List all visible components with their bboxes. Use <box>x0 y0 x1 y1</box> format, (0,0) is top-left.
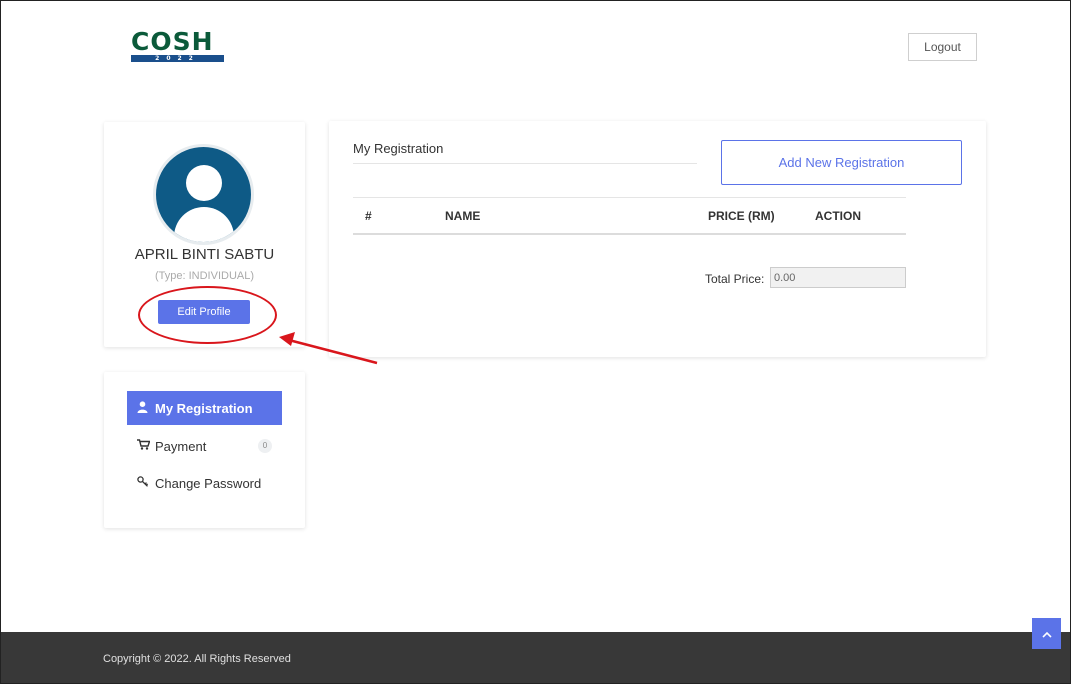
highlight-ellipse <box>138 286 277 344</box>
avatar <box>153 144 254 245</box>
column-header-price: PRICE (RM) <box>708 209 775 223</box>
sidebar-item-label: My Registration <box>155 400 253 416</box>
sidebar-item-payment[interactable]: Payment 0 <box>127 429 282 463</box>
total-price-label: Total Price: <box>705 272 765 286</box>
title-divider <box>353 163 697 164</box>
column-header-number: # <box>365 209 372 223</box>
profile-name: APRIL BINTI SABTU <box>134 246 275 263</box>
logout-button[interactable]: Logout <box>908 33 977 61</box>
total-price-field[interactable] <box>770 267 906 288</box>
sidebar-item-label: Change Password <box>155 475 262 491</box>
column-header-action: ACTION <box>815 209 861 223</box>
cosh-logo[interactable]: COSH 2022 <box>131 27 224 63</box>
add-new-registration-button[interactable]: Add New Registration <box>721 140 962 185</box>
copyright-text: Copyright © 2022. All Rights Reserved <box>103 653 291 665</box>
key-icon <box>137 476 155 490</box>
table-top-border <box>353 197 906 198</box>
sidebar-item-label: Payment <box>155 438 207 454</box>
profile-type: (Type: INDIVIDUAL) <box>154 270 255 282</box>
pointer-arrow-icon <box>279 332 378 365</box>
scroll-to-top-button[interactable] <box>1032 618 1061 649</box>
section-title: My Registration <box>353 141 444 156</box>
footer: Copyright © 2022. All Rights Reserved <box>1 632 1070 683</box>
registration-panel: My Registration Add New Registration # N… <box>329 121 986 357</box>
sidebar-menu: My Registration Payment 0 Change Passwor… <box>104 372 305 528</box>
payment-count-badge: 0 <box>258 439 272 453</box>
avatar-head-icon <box>186 165 222 201</box>
logo-text: COSH <box>131 27 214 56</box>
user-icon <box>137 400 155 416</box>
logo-year: 2022 <box>131 55 224 62</box>
page: COSH 2022 Logout APRIL BINTI SABTU (Type… <box>0 0 1071 684</box>
column-header-name: NAME <box>445 209 481 223</box>
sidebar-item-change-password[interactable]: Change Password <box>127 466 282 500</box>
chevron-up-icon <box>1041 631 1052 638</box>
avatar-body-icon <box>174 207 234 242</box>
table-header-divider <box>353 233 906 235</box>
sidebar-item-my-registration[interactable]: My Registration <box>127 391 282 425</box>
cart-icon <box>137 439 155 453</box>
